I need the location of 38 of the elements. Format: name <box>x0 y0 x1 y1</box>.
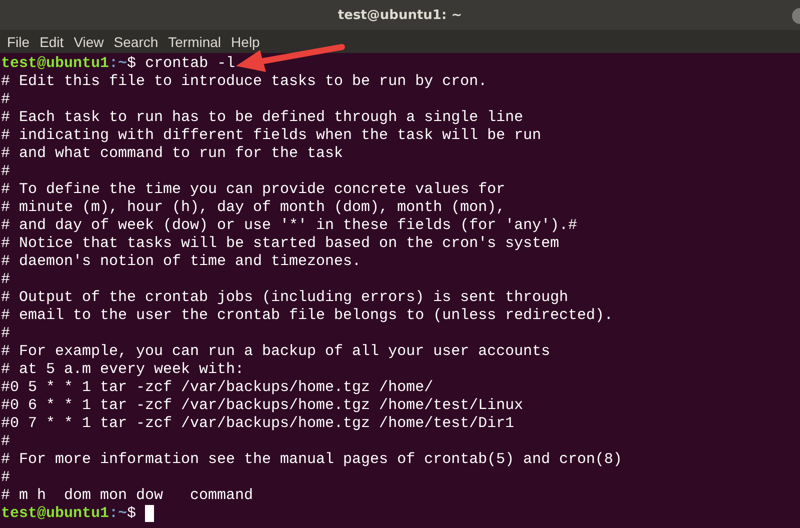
output-line: # m h dom mon dow command <box>1 487 254 505</box>
output-line: # and day of week (dow) or use '*' in these fields (for 'any').# <box>1 217 578 235</box>
output-line: # For more information see the manual pages of crontab(5) and cron(8) <box>1 451 622 469</box>
window-title: test@ubuntu1: ~ <box>338 8 462 22</box>
output-line: # and what command to run for the task <box>1 145 344 163</box>
output-line: #0 5 * * 1 tar -zcf /var/backups/home.tgz /home/ <box>1 379 434 397</box>
menu-item[interactable]: Help <box>226 34 265 50</box>
prompt-symbol: $ <box>127 505 138 523</box>
output-line: # <box>1 469 10 487</box>
command-text: crontab -l <box>145 55 236 73</box>
output-line: # at 5 a.m every week with: <box>1 361 244 379</box>
output-line: # <box>1 91 10 109</box>
output-line: #0 6 * * 1 tar -zcf /var/backups/home.tgz /home/test/Linux <box>1 397 524 415</box>
prompt-path: :~ <box>109 505 128 523</box>
menu-item[interactable]: Edit <box>34 34 69 50</box>
output-line: # Notice that tasks will be started based on the cron's system <box>1 235 560 253</box>
output-line: # Output of the crontab jobs (including errors) is sent through <box>1 289 568 307</box>
output-line: # minute (m), hour (h), day of month (dom), month (mon), <box>1 199 506 217</box>
prompt-symbol: $ <box>127 55 138 73</box>
output-line: #0 7 * * 1 tar -zcf /var/backups/home.tgz /home/test/Dir1 <box>1 415 514 433</box>
output-line: # <box>1 163 10 181</box>
output-line: # <box>1 271 10 289</box>
output-line: # Edit this file to introduce tasks to be run by cron. <box>1 73 488 91</box>
prompt-user: test@ubuntu1 <box>1 505 110 523</box>
output-line: # To define the time you can provide concrete values for <box>1 181 506 199</box>
output-line: # indicating with different fields when the task will be run <box>1 127 542 145</box>
output-line: # For example, you can run a backup of all your user accounts <box>1 343 550 361</box>
menu-item[interactable]: Terminal <box>163 34 226 50</box>
menu-item[interactable]: Search <box>108 34 164 50</box>
output-line: # <box>1 325 10 343</box>
output-line: # email to the user the crontab file belongs to (unless redirected). <box>1 307 614 325</box>
prompt-path: :~ <box>109 55 128 73</box>
menu-item[interactable]: File <box>2 34 35 50</box>
output-line: # Each task to run has to be defined through a single line <box>1 109 524 127</box>
output-line: # daemon's notion of time and timezones. <box>1 253 362 271</box>
prompt-user: test@ubuntu1 <box>1 55 110 73</box>
menu-item[interactable]: View <box>68 34 109 50</box>
output-line: # <box>1 433 10 451</box>
